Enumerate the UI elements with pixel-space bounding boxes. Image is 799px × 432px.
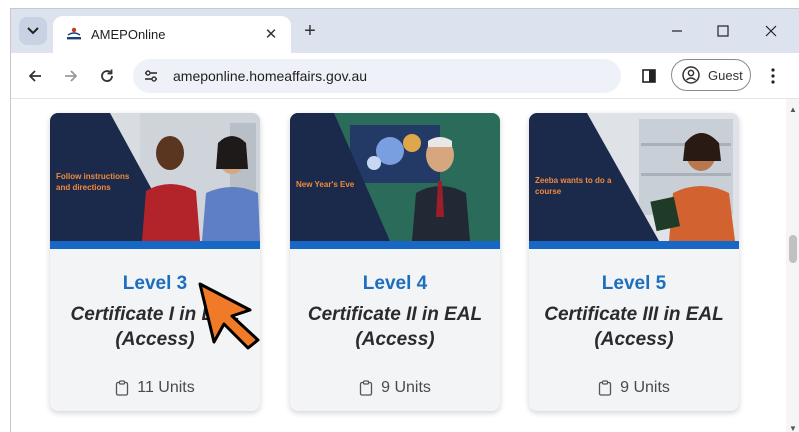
card-certificate-name: Certificate II in EAL (Access)	[307, 304, 483, 350]
card-units-label: 11 Units	[137, 379, 195, 396]
maximize-button[interactable]	[707, 17, 739, 45]
reload-icon	[101, 69, 113, 82]
scroll-up-arrow-icon[interactable]: ▲	[789, 105, 797, 114]
close-icon	[765, 25, 777, 37]
site-info-button[interactable]	[139, 64, 163, 88]
course-card-caption: Zeeba wants to do a course	[535, 176, 612, 196]
url-text[interactable]: ameponline.homeaffairs.gov.au	[173, 68, 367, 84]
forward-arrow-icon	[65, 70, 78, 82]
course-card-level-5[interactable]: Zeeba wants to do a course Level 5 Certi…	[529, 113, 739, 411]
card-certificate-name: Certificate III in EAL (Access)	[544, 304, 724, 350]
card-accent-bar	[529, 241, 739, 249]
scroll-thumb[interactable]	[789, 235, 797, 263]
course-card-level-3[interactable]: Follow instructions and directions Level…	[50, 113, 260, 411]
course-card-image: Follow instructions and directions	[50, 113, 260, 241]
tab-title: AMEPOnline	[91, 27, 166, 42]
tab-search-button[interactable]	[19, 17, 47, 45]
card-units-label: 9 Units	[620, 379, 670, 396]
card-level-title[interactable]: Level 5	[529, 273, 739, 295]
back-arrow-icon	[28, 70, 41, 82]
course-card-caption: Follow instructions and directions	[56, 172, 130, 192]
clipboard-icon	[359, 380, 373, 396]
course-card-caption: New Year's Eve	[296, 180, 355, 189]
back-button[interactable]	[21, 62, 49, 90]
side-panel-button[interactable]	[635, 62, 663, 90]
chevron-down-icon	[27, 27, 39, 35]
course-card-image: Zeeba wants to do a course	[529, 113, 739, 241]
clipboard-icon	[598, 380, 612, 396]
pointer-cursor-icon	[198, 282, 260, 350]
maximize-icon	[717, 25, 729, 37]
card-units: 9 Units	[290, 379, 500, 397]
profile-icon	[682, 66, 700, 84]
reload-button[interactable]	[93, 62, 121, 90]
window-close-button[interactable]	[755, 17, 787, 45]
close-icon[interactable]: ✕	[261, 24, 281, 44]
address-bar[interactable]: ameponline.homeaffairs.gov.au	[133, 59, 621, 93]
browser-menu-button[interactable]	[763, 62, 783, 90]
card-units-label: 9 Units	[381, 379, 431, 396]
new-tab-button[interactable]: +	[299, 20, 321, 42]
page-scrollbar[interactable]: ▲ ▼	[786, 99, 799, 432]
card-level-title[interactable]: Level 4	[290, 273, 500, 295]
course-card-image: New Year's Eve	[290, 113, 500, 241]
side-panel-icon	[642, 69, 656, 83]
site-info-icon	[145, 70, 157, 82]
page-viewport: Follow instructions and directions Level…	[11, 99, 786, 432]
card-units: 9 Units	[529, 379, 739, 397]
minimize-button[interactable]	[661, 17, 693, 45]
browser-toolbar: ameponline.homeaffairs.gov.au Guest	[11, 53, 799, 99]
browser-window: AMEPOnline ✕ + ameponline.homeaffairs.go…	[10, 8, 799, 432]
kebab-menu-icon	[771, 68, 775, 84]
profile-button[interactable]: Guest	[671, 59, 751, 91]
minimize-icon	[672, 30, 682, 32]
profile-label: Guest	[708, 67, 743, 83]
course-card-level-4[interactable]: New Year's Eve Level 4 Certificate II in…	[290, 113, 500, 411]
card-units: 11 Units	[50, 379, 260, 397]
card-accent-bar	[290, 241, 500, 249]
amep-favicon	[67, 27, 81, 40]
scroll-down-arrow-icon[interactable]: ▼	[789, 424, 797, 432]
forward-button[interactable]	[57, 62, 85, 90]
plus-icon: +	[304, 19, 316, 42]
card-accent-bar	[50, 241, 260, 249]
tab-strip: AMEPOnline ✕ +	[11, 9, 799, 53]
tab-amep-online[interactable]: AMEPOnline ✕	[53, 16, 291, 53]
clipboard-icon	[115, 380, 129, 396]
